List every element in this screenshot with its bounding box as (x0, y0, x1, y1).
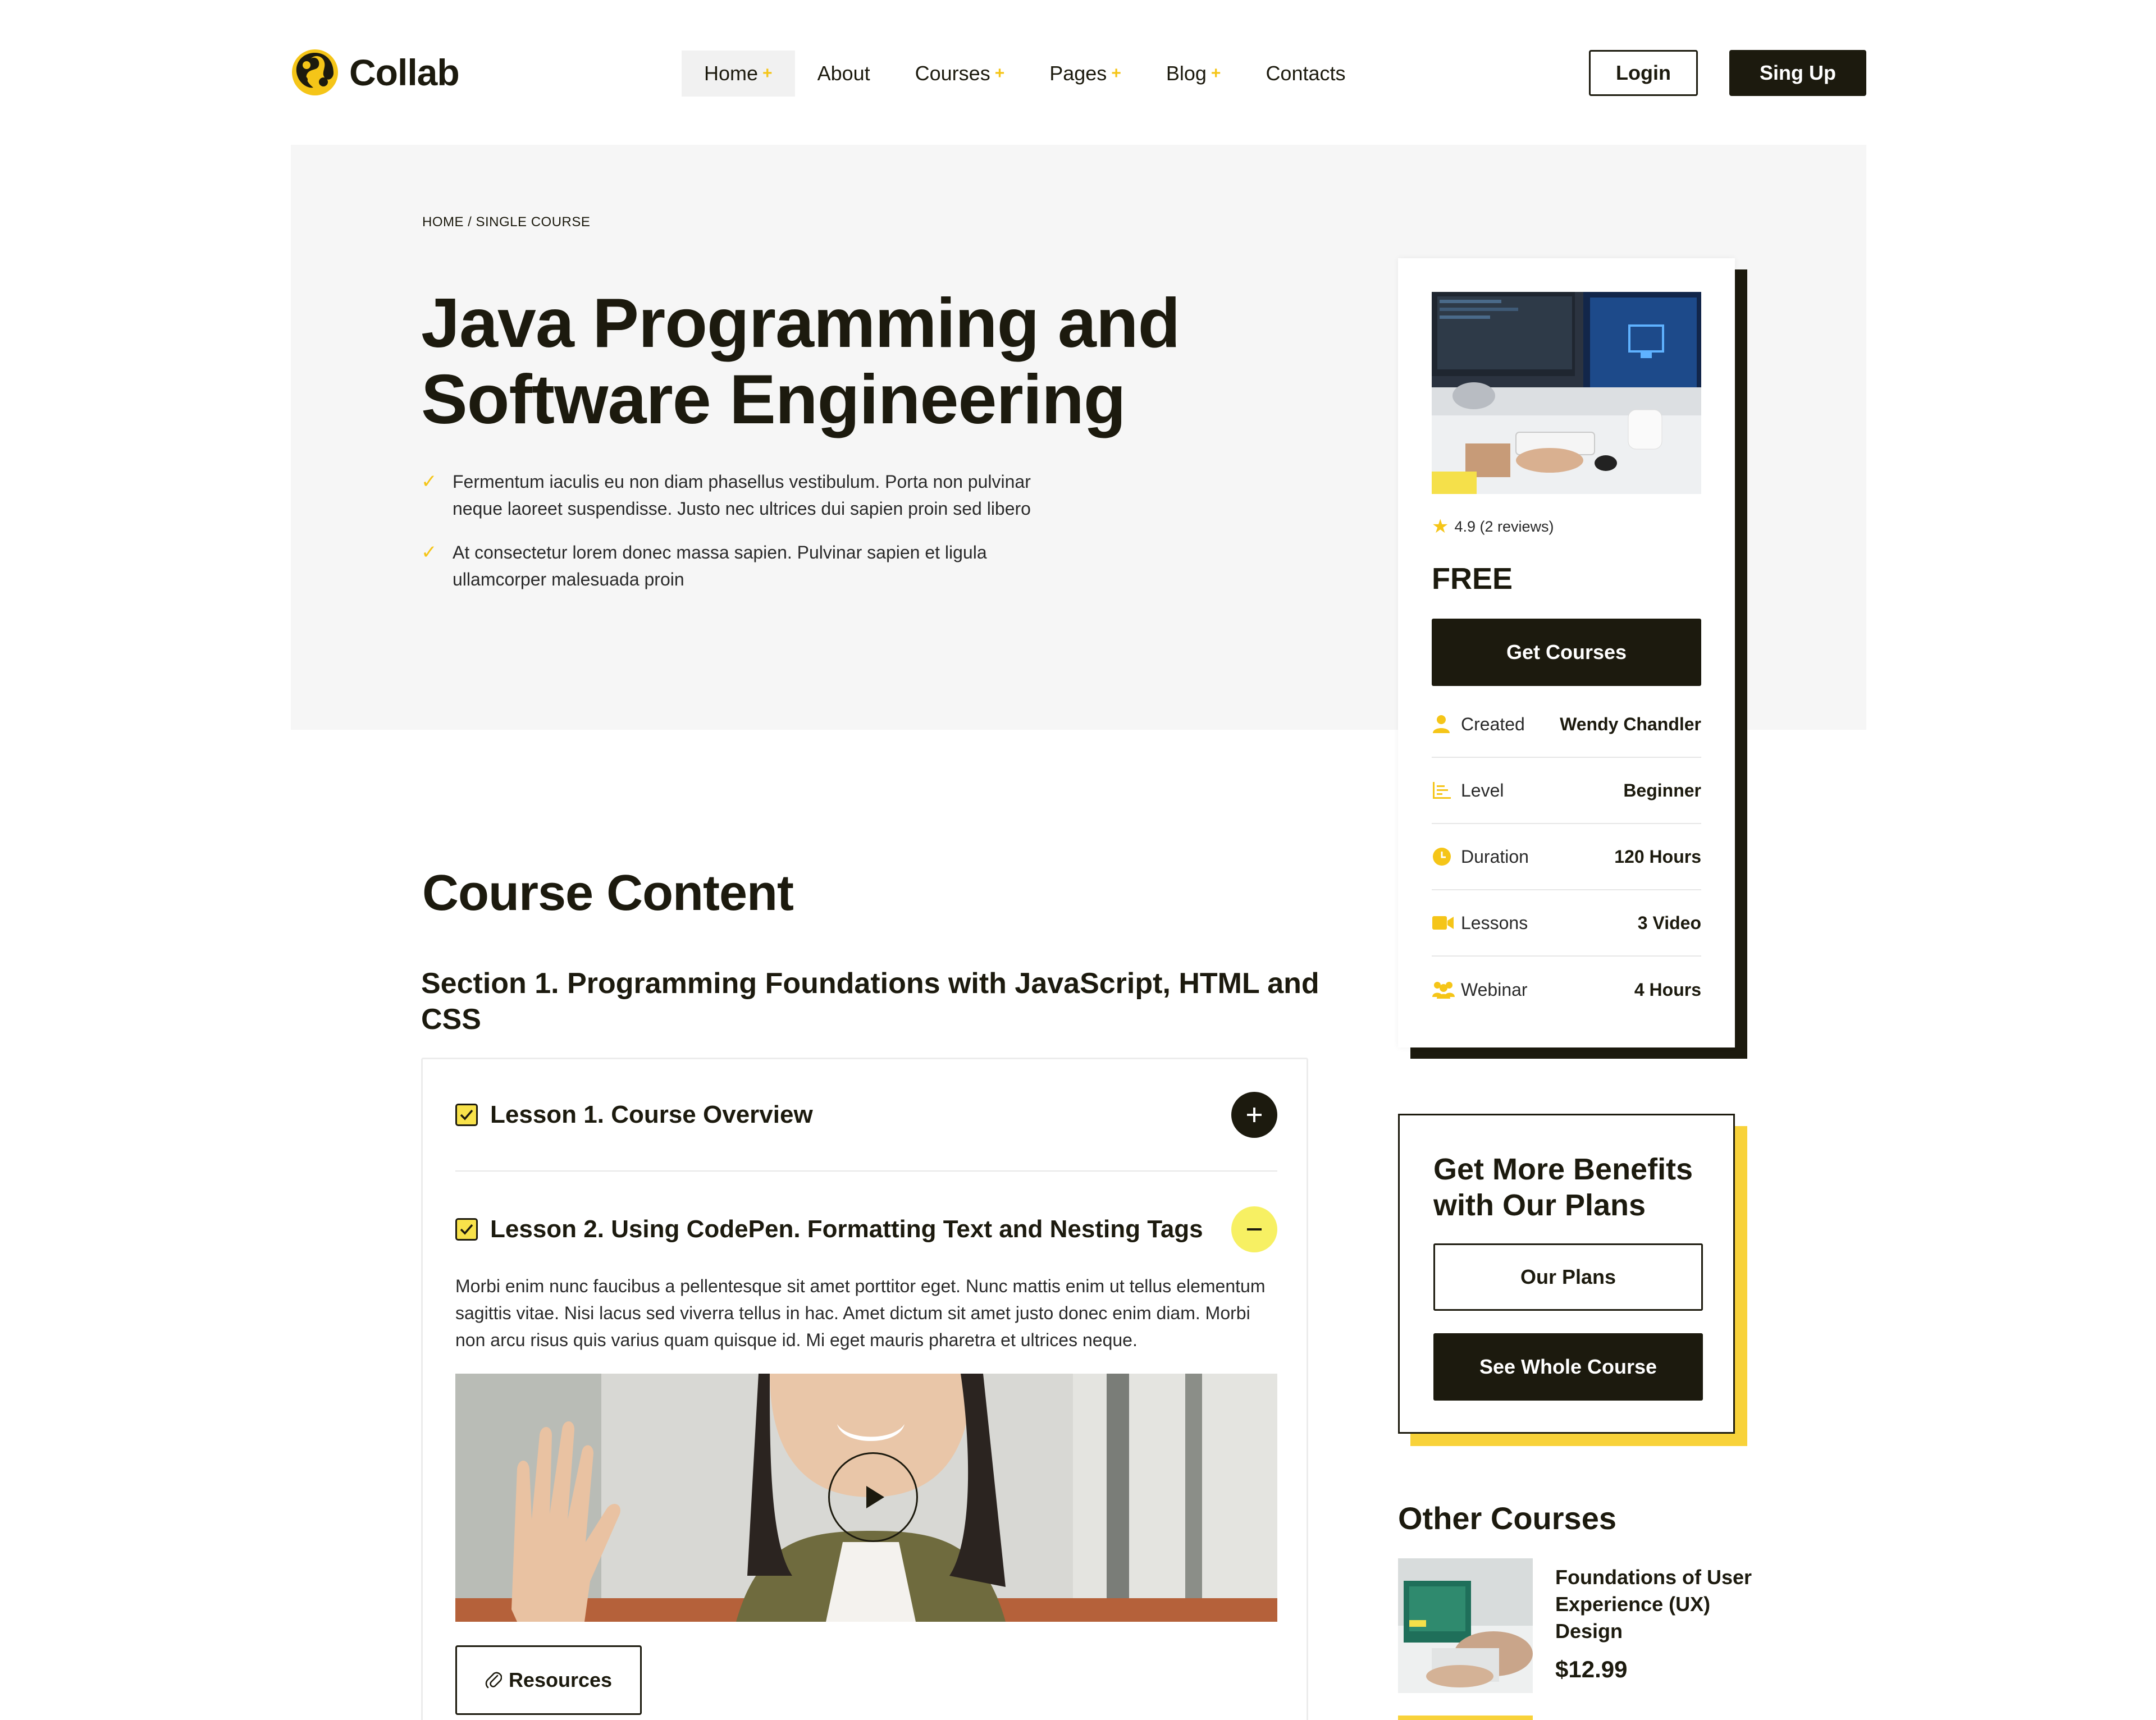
clock-icon (1432, 847, 1461, 867)
section-title: Section 1. Programming Foundations with … (421, 967, 1319, 1036)
logo-mark-icon (292, 49, 338, 95)
lesson-header[interactable]: Lesson 2. Using CodePen. Formatting Text… (455, 1206, 1277, 1252)
get-courses-button[interactable]: Get Courses (1432, 619, 1701, 686)
star-icon: ★ (1432, 516, 1449, 537)
divider (455, 1170, 1277, 1172)
course-price: FREE (1432, 562, 1513, 596)
meta-value: Wendy Chandler (1560, 713, 1701, 734)
meta-value: 4 Hours (1634, 979, 1701, 1000)
meta-row-level: Level Beginner (1432, 758, 1701, 824)
logo-text: Collab (349, 52, 460, 93)
other-course-thumbnail-next (1398, 1716, 1533, 1720)
paperclip-icon (485, 1671, 502, 1689)
nav-contacts[interactable]: Contacts (1243, 51, 1368, 97)
nav-label: Home (704, 62, 759, 85)
login-button[interactable]: Login (1589, 50, 1698, 96)
checkbox-icon (455, 1218, 478, 1241)
our-plans-button[interactable]: Our Plans (1433, 1243, 1703, 1311)
site-header: Collab Home + About Courses + Pages + Bl… (0, 0, 2156, 146)
other-course-price: $12.99 (1555, 1656, 1628, 1682)
page-title-line: Java Programming and (421, 285, 1180, 362)
nav-label: About (817, 62, 870, 85)
video-camera-icon (1432, 914, 1461, 931)
see-whole-course-button[interactable]: See Whole Course (1433, 1333, 1703, 1401)
resources-button[interactable]: Resources (455, 1645, 642, 1715)
nav-label: Pages (1049, 62, 1107, 85)
other-course-name[interactable]: Foundations of User Experience (UX) Desi… (1555, 1564, 1757, 1645)
minus-icon[interactable] (1231, 1206, 1277, 1252)
logo[interactable]: Collab (291, 48, 460, 97)
plus-icon: + (1211, 64, 1221, 83)
nav-about[interactable]: About (795, 51, 893, 97)
page-title-line: Software Engineering (421, 361, 1126, 438)
other-courses-title: Other Courses (1398, 1501, 1616, 1536)
lesson-title: Lesson 1. Course Overview (490, 1101, 813, 1128)
meta-label: Duration (1461, 846, 1529, 867)
checkbox-icon (455, 1104, 478, 1126)
page-title: Java Programming and Software Engineerin… (421, 285, 1263, 438)
meta-value: 120 Hours (1614, 846, 1701, 867)
lesson-title: Lesson 2. Using CodePen. Formatting Text… (490, 1215, 1203, 1243)
bullet-item: ✓ Fermentum iaculis eu non diam phasellu… (421, 468, 1084, 522)
meta-label: Created (1461, 713, 1525, 734)
resources-label: Resources (508, 1668, 613, 1691)
meta-value: 3 Video (1637, 912, 1701, 933)
nav-label: Blog (1166, 62, 1207, 85)
check-icon: ✓ (421, 471, 437, 492)
other-course-thumbnail[interactable] (1398, 1558, 1533, 1693)
user-icon (1432, 714, 1461, 734)
nav-home[interactable]: Home + (682, 51, 795, 97)
nav-courses[interactable]: Courses + (893, 51, 1027, 97)
lessons-accordion: Lesson 1. Course Overview Lesson 2. Usin… (421, 1058, 1308, 1720)
plus-icon: + (1111, 64, 1121, 83)
bullet-text: Fermentum iaculis eu non diam phasellus … (453, 472, 1031, 519)
breadcrumb: HOME / SINGLE COURSE (422, 214, 591, 230)
check-icon: ✓ (421, 542, 437, 563)
nav-label: Contacts (1266, 62, 1346, 85)
main-nav: Home + About Courses + Pages + Blog + Co… (682, 51, 1368, 97)
lesson-description: Morbi enim nunc faucibus a pellentesque … (455, 1276, 1266, 1350)
course-meta-list: Created Wendy Chandler Level Beginner Du… (1432, 692, 1701, 1023)
plus-icon: + (994, 64, 1005, 83)
meta-row-created: Created Wendy Chandler (1432, 692, 1701, 758)
bullet-text: At consectetur lorem donec massa sapien.… (453, 542, 987, 589)
level-chart-icon (1432, 781, 1461, 800)
meta-row-lessons: Lessons 3 Video (1432, 890, 1701, 957)
meta-label: Lessons (1461, 912, 1528, 933)
rating-text: 4.9 (2 reviews) (1454, 518, 1554, 535)
signup-button[interactable]: Sing Up (1729, 50, 1866, 96)
meta-label: Webinar (1461, 979, 1528, 1000)
meta-row-duration: Duration 120 Hours (1432, 824, 1701, 890)
benefits-title: Get More Benefits with Our Plans (1433, 1152, 1693, 1222)
plus-icon[interactable] (1231, 1092, 1277, 1138)
plus-icon: + (762, 64, 773, 83)
meta-row-webinar: Webinar 4 Hours (1432, 957, 1701, 1023)
play-button[interactable] (828, 1452, 918, 1542)
bullet-item: ✓ At consectetur lorem donec massa sapie… (421, 539, 1084, 593)
nav-pages[interactable]: Pages + (1027, 51, 1144, 97)
nav-blog[interactable]: Blog + (1144, 51, 1244, 97)
lesson-video[interactable] (455, 1374, 1277, 1622)
meta-label: Level (1461, 780, 1504, 800)
course-thumbnail (1432, 292, 1701, 494)
nav-label: Courses (915, 62, 990, 85)
hero-bullets: ✓ Fermentum iaculis eu non diam phasellu… (421, 468, 1084, 610)
meta-value: Beginner (1623, 780, 1701, 800)
benefits-box: Get More Benefits with Our Plans Our Pla… (1398, 1114, 1735, 1434)
lesson-header[interactable]: Lesson 1. Course Overview (455, 1092, 1277, 1138)
course-content-title: Course Content (422, 865, 794, 921)
course-card: ★ 4.9 (2 reviews) FREE Get Courses Creat… (1398, 258, 1735, 1047)
course-rating: ★ 4.9 (2 reviews) (1432, 515, 1554, 538)
group-icon (1432, 980, 1461, 999)
